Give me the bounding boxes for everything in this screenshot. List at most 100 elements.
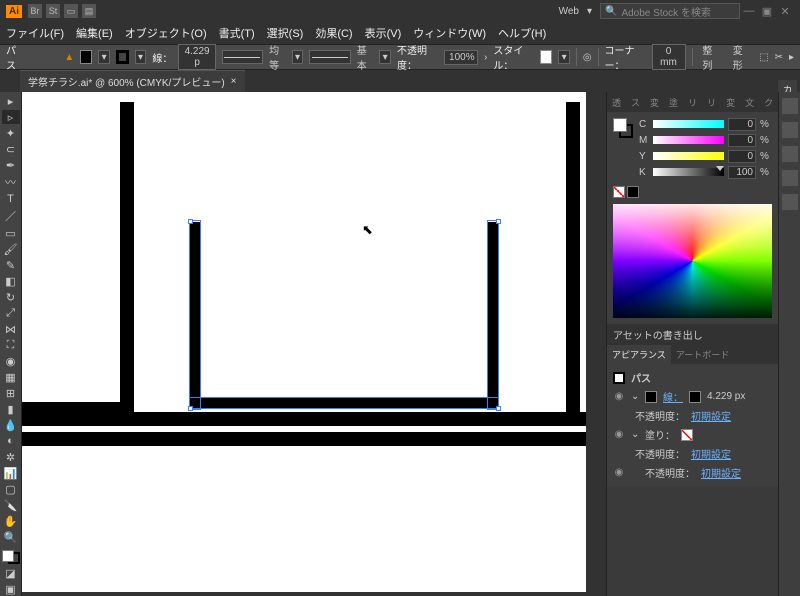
black-slider[interactable] xyxy=(653,168,724,178)
isolate-icon[interactable]: ⬚ xyxy=(759,52,768,63)
fill-none-swatch[interactable] xyxy=(681,429,693,441)
panel-tab-1[interactable]: ス xyxy=(626,93,645,112)
stroke-opacity-value[interactable]: 初期設定 xyxy=(691,408,772,423)
pen-tool[interactable]: ✒ xyxy=(2,158,20,172)
corner-input[interactable]: 0 mm xyxy=(652,44,686,70)
panel-tab-8[interactable]: ク xyxy=(759,93,778,112)
stroke-dropdown[interactable]: ▾ xyxy=(135,50,147,64)
direct-selection-tool[interactable]: ▹ xyxy=(2,110,20,124)
align-button[interactable]: 整列 xyxy=(698,40,722,74)
cyan-slider[interactable] xyxy=(653,120,724,130)
panel-tab-0[interactable]: 透 xyxy=(607,93,626,112)
style-dropdown[interactable]: ▾ xyxy=(558,50,570,64)
stroke-row-label[interactable]: 線： xyxy=(663,389,683,404)
hand-tool[interactable]: ✋ xyxy=(2,514,20,528)
close-button[interactable]: ✕ xyxy=(776,5,794,18)
perspective-tool[interactable]: ▦ xyxy=(2,370,20,384)
stock-search-input[interactable]: 🔍 Adobe Stock を検索 xyxy=(600,3,740,19)
zoom-tool[interactable]: 🔍 xyxy=(2,530,20,544)
stroke-swatch-2[interactable] xyxy=(689,391,701,403)
black-swatch[interactable] xyxy=(627,186,639,198)
profile-dropdown[interactable]: ▾ xyxy=(292,50,304,64)
dock-icon-5[interactable] xyxy=(782,194,798,210)
style-swatch[interactable] xyxy=(540,50,552,64)
menu-type[interactable]: 書式(T) xyxy=(219,25,255,41)
line-tool[interactable]: ／ xyxy=(2,208,20,224)
color-mode-icon[interactable]: ◪ xyxy=(2,566,20,580)
asset-export-panel-header[interactable]: アセットの書き出し xyxy=(607,324,778,344)
bridge-icon[interactable]: Br xyxy=(28,4,42,18)
artboard-tool[interactable]: ▢ xyxy=(2,482,20,496)
panel-tab-6[interactable]: 変 xyxy=(721,93,740,112)
none-swatch[interactable] xyxy=(613,186,625,198)
symbol-sprayer-tool[interactable]: ✲ xyxy=(2,450,20,464)
dock-icon-1[interactable] xyxy=(782,98,798,114)
paintbrush-tool[interactable]: 🖌 xyxy=(2,242,20,256)
shaper-tool[interactable]: ✎ xyxy=(2,258,20,272)
tab-artboard[interactable]: アートボード xyxy=(671,345,734,364)
eyedropper-tool[interactable]: 💧 xyxy=(2,418,20,432)
magic-wand-tool[interactable]: ✦ xyxy=(2,126,20,140)
workspace-dropdown-icon[interactable]: ▾ xyxy=(587,6,592,17)
fill-stroke-indicator[interactable] xyxy=(2,550,20,564)
menu-window[interactable]: ウィンドウ(W) xyxy=(413,25,486,41)
stroke-weight-input[interactable]: 4.229 p xyxy=(178,44,215,70)
artboard[interactable]: ⬉ xyxy=(22,92,586,592)
fill-swatch[interactable] xyxy=(80,50,92,64)
panel-tab-7[interactable]: 文 xyxy=(740,93,759,112)
mesh-tool[interactable]: ⊞ xyxy=(2,386,20,400)
cyan-value[interactable]: 0 xyxy=(728,118,756,131)
more-icon[interactable]: ▸ xyxy=(789,52,794,63)
menu-object[interactable]: オブジェクト(O) xyxy=(125,25,207,41)
fill-opacity-value[interactable]: 初期設定 xyxy=(691,446,772,461)
stroke-color-swatch[interactable] xyxy=(645,391,657,403)
opacity-arrow-icon[interactable]: › xyxy=(484,52,487,63)
stroke-visibility-icon[interactable]: ◉ xyxy=(613,391,625,402)
menu-help[interactable]: ヘルプ(H) xyxy=(498,25,546,41)
stroke-swatch[interactable] xyxy=(116,50,129,64)
graph-tool[interactable]: 📊 xyxy=(2,466,20,480)
maximize-button[interactable]: ▣ xyxy=(758,5,776,18)
rectangle-tool[interactable]: ▭ xyxy=(2,226,20,240)
workspace-label[interactable]: Web xyxy=(559,6,579,17)
fill-caret-icon[interactable]: ⌄ xyxy=(631,429,639,440)
slice-tool[interactable]: 🔪 xyxy=(2,498,20,512)
obj-opacity-value[interactable]: 初期設定 xyxy=(701,465,772,480)
menu-edit[interactable]: 編集(E) xyxy=(76,25,113,41)
brush-def[interactable] xyxy=(309,50,350,64)
transform-button[interactable]: 変形 xyxy=(729,40,753,74)
yellow-value[interactable]: 0 xyxy=(728,150,756,163)
stroke-weight-value[interactable]: 4.229 px xyxy=(707,391,772,402)
document-tab[interactable]: 学祭チラシ.ai* @ 600% (CMYK/プレビュー) × xyxy=(20,70,245,92)
gradient-tool[interactable]: ▮ xyxy=(2,402,20,416)
rotate-tool[interactable]: ↻ xyxy=(2,290,20,304)
arrange-icon[interactable]: ▤ xyxy=(82,4,96,18)
dock-icon-4[interactable] xyxy=(782,170,798,186)
menu-file[interactable]: ファイル(F) xyxy=(6,25,64,41)
fill-dropdown[interactable]: ▾ xyxy=(98,50,110,64)
dock-icon-3[interactable] xyxy=(782,146,798,162)
canvas-area[interactable]: ⬉ xyxy=(22,92,606,596)
curvature-tool[interactable]: 〰 xyxy=(2,174,20,190)
obj-visibility-icon[interactable]: ◉ xyxy=(613,467,625,478)
eraser-tool[interactable]: ◧ xyxy=(2,274,20,288)
panel-tab-2[interactable]: 変 xyxy=(645,93,664,112)
blend-tool[interactable]: ◐ xyxy=(2,434,20,448)
color-spectrum[interactable] xyxy=(613,204,772,318)
panel-tab-3[interactable]: 塗 xyxy=(664,93,683,112)
selection-tool[interactable]: ▸ xyxy=(2,94,20,108)
menu-effect[interactable]: 効果(C) xyxy=(315,25,352,41)
shape-builder-tool[interactable]: ◉ xyxy=(2,354,20,368)
screen-mode-icon[interactable]: ▣ xyxy=(2,582,20,596)
type-tool[interactable]: T xyxy=(2,192,20,206)
menu-view[interactable]: 表示(V) xyxy=(365,25,402,41)
menu-select[interactable]: 選択(S) xyxy=(267,25,304,41)
panel-tab-5[interactable]: リ xyxy=(702,93,721,112)
lasso-tool[interactable]: ⊂ xyxy=(2,142,20,156)
magenta-slider[interactable] xyxy=(653,136,724,146)
panel-tab-4[interactable]: リ xyxy=(683,93,702,112)
free-transform-tool[interactable]: ⛶ xyxy=(2,338,20,352)
opacity-input[interactable]: 100% xyxy=(444,50,478,65)
width-tool[interactable]: ⋈ xyxy=(2,322,20,336)
stroke-caret-icon[interactable]: ⌄ xyxy=(631,391,639,402)
